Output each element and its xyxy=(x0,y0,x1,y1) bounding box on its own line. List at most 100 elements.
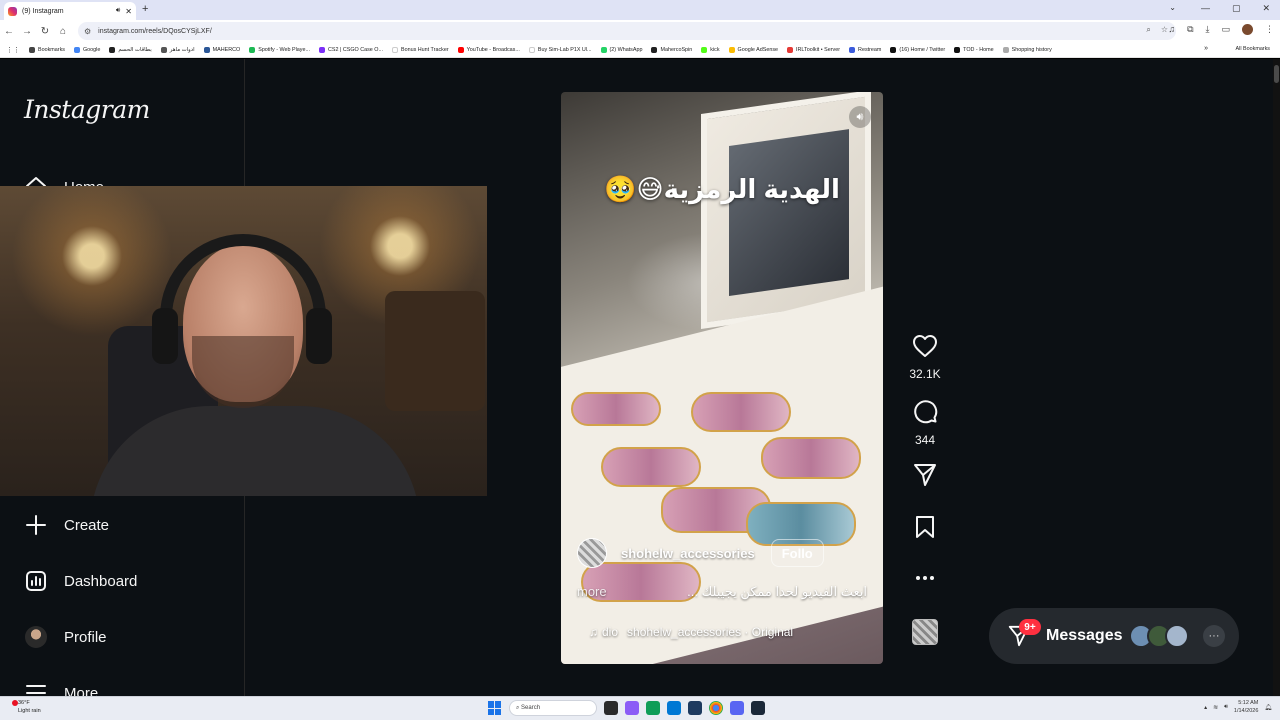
browser-tab[interactable]: (9) Instagram 🔊︎ ✕ xyxy=(4,2,136,20)
reel-description: more ابعث الفيديو لحدا ممكن يجيبلك ... xyxy=(577,584,867,600)
like-count: 32.1K xyxy=(909,367,941,381)
bookmark-label: Google AdSense xyxy=(737,46,779,53)
sidebar-item-dashboard[interactable]: Dashboard xyxy=(24,569,137,593)
bookmark-item[interactable]: TOD - Home xyxy=(954,46,994,53)
bookmark-label: IRLToolkit • Server xyxy=(796,46,841,53)
bookmark-label: MAHERCO xyxy=(212,46,241,53)
home-icon[interactable]: ⌂ xyxy=(54,26,72,37)
bookmark-item[interactable]: Bonus Hunt Tracker xyxy=(391,46,449,53)
back-arrow-icon[interactable]: ← xyxy=(0,26,18,37)
close-window-icon[interactable]: ✕ xyxy=(1262,3,1270,14)
clock-time: 5:12 AM xyxy=(1238,700,1259,706)
page-scrollbar[interactable] xyxy=(1273,59,1280,696)
taskbar: 36°F Light rain ⌕ Search ▴ ≋ 🔊︎ 5:12 AM … xyxy=(0,696,1280,720)
maximize-icon[interactable]: ▢ xyxy=(1232,3,1241,14)
headphone-cup xyxy=(306,308,332,364)
bookmark-item[interactable]: Shopping history xyxy=(1002,46,1052,53)
tray-icon[interactable]: ▴ xyxy=(1204,704,1207,711)
bookmark-item[interactable]: kick xyxy=(701,46,720,53)
address-bar[interactable]: ⚙ instagram.com/reels/DQosCYSjLXF/ ⌕ ☆ xyxy=(78,22,1176,40)
music-note-icon: ♫ xyxy=(589,625,598,639)
bookmark-label: CS2 | CSGO Case O... xyxy=(327,46,383,53)
chevron-down-icon[interactable]: ⌄ xyxy=(1169,3,1176,12)
webcam-overlay xyxy=(0,186,487,496)
forward-arrow-icon[interactable]: → xyxy=(18,26,36,37)
reel-video[interactable]: الهدية الرمزية😅🥹 🔊︎ shohelw_accessories … xyxy=(561,92,883,664)
bookmark-item[interactable]: MAHERCO xyxy=(203,46,241,53)
reel-audio[interactable]: ♫ dio shohelw_accessories · Original xyxy=(589,625,793,639)
author-username[interactable]: shohelw_accessories xyxy=(621,546,755,561)
more-link[interactable]: more xyxy=(577,584,607,600)
app-icon[interactable] xyxy=(625,701,639,715)
bookmark-item[interactable]: Restream xyxy=(849,46,881,53)
speaker-icon[interactable]: 🔊︎ xyxy=(849,106,871,128)
sidebar-item-profile[interactable]: Profile xyxy=(24,625,107,649)
heart-icon[interactable] xyxy=(912,334,938,363)
speaker-icon[interactable]: 🔊︎ xyxy=(116,7,120,15)
author-avatar[interactable] xyxy=(577,538,607,568)
bookmark-item[interactable]: MahercoSpin xyxy=(651,46,692,53)
bookmark-favicon-icon xyxy=(391,46,398,53)
bookmark-item[interactable]: Bookmarks xyxy=(29,46,65,53)
bookmark-item[interactable]: Google AdSense xyxy=(728,46,779,53)
bookmark-favicon-icon xyxy=(787,46,794,53)
bookmark-item[interactable]: (16) Home / Twitter xyxy=(890,46,945,53)
messages-button[interactable]: 9+ Messages ··· xyxy=(989,608,1239,664)
media-icon[interactable]: ♫ xyxy=(1168,24,1175,35)
bookmark-item[interactable]: Google xyxy=(73,46,100,53)
chat-icon[interactable]: ▭ xyxy=(1221,24,1230,35)
new-tab-button[interactable]: + xyxy=(142,3,148,15)
ellipsis-icon[interactable] xyxy=(913,566,937,595)
bookmark-item[interactable]: (2) WhatsApp xyxy=(600,46,642,53)
sofa xyxy=(385,291,485,411)
star-icon[interactable]: ☆ xyxy=(1161,25,1168,35)
all-bookmarks-folder[interactable]: All Bookmarks xyxy=(1236,46,1270,52)
sidebar-item-create[interactable]: Create xyxy=(24,513,109,537)
follow-button[interactable]: Follo xyxy=(770,539,824,567)
bookmark-label: ادوات ماهر xyxy=(169,46,195,53)
clock[interactable]: 5:12 AM 1/14/2026 xyxy=(1234,699,1258,715)
chrome-icon[interactable] xyxy=(709,701,723,715)
bookmark-item[interactable]: CS2 | CSGO Case O... xyxy=(318,46,383,53)
task-view-icon[interactable] xyxy=(604,701,618,715)
system-tray: ▴ ≋ 🔊︎ 5:12 AM 1/14/2026 🔔︎ xyxy=(1204,699,1272,715)
site-info-icon[interactable]: ⚙ xyxy=(84,27,91,36)
app-icon[interactable] xyxy=(646,701,660,715)
audio-thumbnail[interactable] xyxy=(912,619,938,645)
bookmark-item[interactable]: IRLToolkit • Server xyxy=(787,46,841,53)
comment-bubble-icon[interactable] xyxy=(912,398,938,429)
bookmark-icon[interactable] xyxy=(913,514,937,545)
edge-icon[interactable] xyxy=(667,701,681,715)
weather-widget[interactable]: 36°F Light rain xyxy=(12,699,41,715)
kebab-menu-icon[interactable]: ⋮ xyxy=(1265,24,1274,35)
bookmark-label: Bookmarks xyxy=(38,46,65,53)
profile-avatar[interactable] xyxy=(1242,24,1253,35)
close-tab-icon[interactable]: ✕ xyxy=(125,7,132,16)
bookmark-favicon-icon xyxy=(701,46,708,53)
notifications-icon[interactable]: 🔔︎ xyxy=(1264,704,1272,711)
bookmark-item[interactable]: ادوات ماهر xyxy=(160,46,195,53)
chevron-right-icon[interactable]: » xyxy=(1204,45,1208,52)
wifi-icon[interactable]: ≋ xyxy=(1213,704,1218,711)
reload-icon[interactable]: ↻ xyxy=(36,26,54,37)
contact-avatar[interactable] xyxy=(1165,624,1189,648)
taskbar-search[interactable]: ⌕ Search xyxy=(509,700,597,716)
app-icon[interactable] xyxy=(730,701,744,715)
steam-icon[interactable] xyxy=(751,701,765,715)
scrollbar-thumb[interactable] xyxy=(1274,65,1279,83)
volume-icon[interactable]: 🔊︎ xyxy=(1224,704,1228,711)
apps-grid-icon[interactable]: ⋮⋮ xyxy=(6,46,20,54)
bookmark-item[interactable]: YouTube - Broadcas... xyxy=(457,46,520,53)
zoom-icon[interactable]: ⌕ xyxy=(1146,25,1150,35)
windows-start-icon[interactable] xyxy=(488,701,502,715)
minimize-icon[interactable]: — xyxy=(1201,3,1210,14)
send-plane-icon[interactable] xyxy=(912,462,938,493)
app-icon[interactable] xyxy=(688,701,702,715)
bookmark-item[interactable]: Spotify - Web Playe... xyxy=(249,46,310,53)
extensions-icon[interactable]: ⧉ xyxy=(1187,24,1193,35)
ellipsis-icon[interactable]: ··· xyxy=(1203,625,1225,647)
bookmark-item[interactable]: Buy Sim-Lab P1X Ul... xyxy=(528,46,592,53)
instagram-logo[interactable]: Instagram xyxy=(24,95,150,124)
bookmark-item[interactable]: بطاقات الحسم xyxy=(109,46,152,53)
download-icon[interactable]: ⤓ xyxy=(1206,24,1210,35)
